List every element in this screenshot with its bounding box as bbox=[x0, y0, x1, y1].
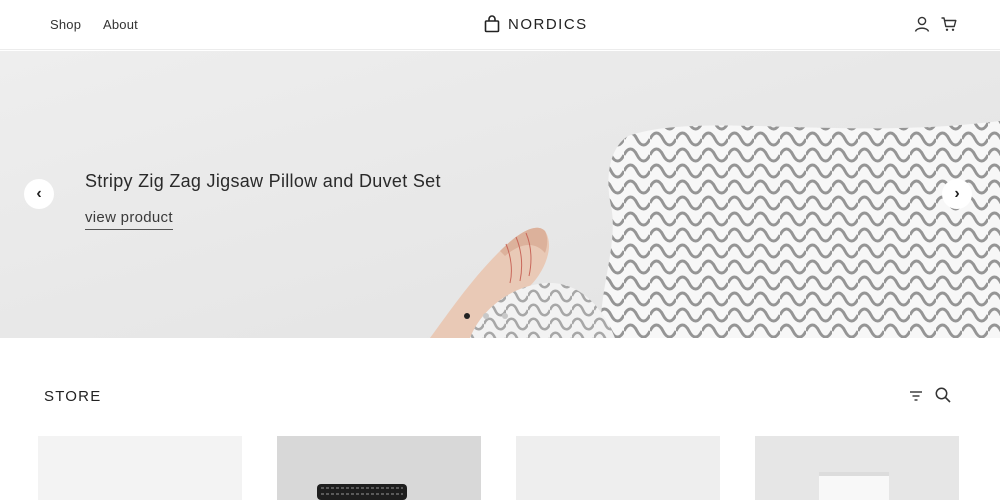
view-product-link[interactable]: view product bbox=[85, 209, 173, 230]
hero-title: Stripy Zig Zag Jigsaw Pillow and Duvet S… bbox=[85, 171, 441, 191]
product-card-1[interactable] bbox=[38, 436, 242, 500]
shopping-bag-icon bbox=[484, 15, 500, 33]
carousel-dot-3[interactable] bbox=[502, 313, 508, 319]
nav-about-link[interactable]: About bbox=[103, 17, 138, 32]
product-image-1 bbox=[38, 436, 242, 500]
carousel-dot-2[interactable] bbox=[483, 313, 489, 319]
cart-icon[interactable] bbox=[940, 15, 958, 33]
product-image-4 bbox=[755, 436, 959, 500]
product-image-2 bbox=[277, 436, 481, 500]
hero-image bbox=[0, 51, 1000, 338]
brand-name: NORDICS bbox=[508, 15, 588, 33]
site-header: Shop About NORDICS bbox=[0, 0, 1000, 50]
carousel-prev-button[interactable]: ‹ bbox=[24, 179, 54, 209]
carousel-next-button[interactable]: › bbox=[942, 179, 972, 209]
chevron-right-icon: › bbox=[954, 185, 960, 202]
filter-icon[interactable] bbox=[908, 388, 924, 404]
carousel-dot-1[interactable] bbox=[464, 313, 470, 319]
nav-shop-link[interactable]: Shop bbox=[50, 17, 81, 32]
carousel-dots bbox=[464, 313, 508, 319]
chevron-left-icon: ‹ bbox=[36, 185, 42, 202]
brand-logo[interactable]: NORDICS bbox=[484, 13, 588, 35]
hero-carousel: Stripy Zig Zag Jigsaw Pillow and Duvet S… bbox=[0, 51, 1000, 338]
user-icon[interactable] bbox=[913, 15, 931, 33]
product-card-4[interactable] bbox=[755, 436, 959, 500]
product-card-2[interactable] bbox=[277, 436, 481, 500]
product-card-3[interactable] bbox=[516, 436, 720, 500]
product-image-3 bbox=[516, 436, 720, 500]
store-heading: STORE bbox=[44, 388, 102, 405]
search-icon[interactable] bbox=[934, 386, 952, 404]
